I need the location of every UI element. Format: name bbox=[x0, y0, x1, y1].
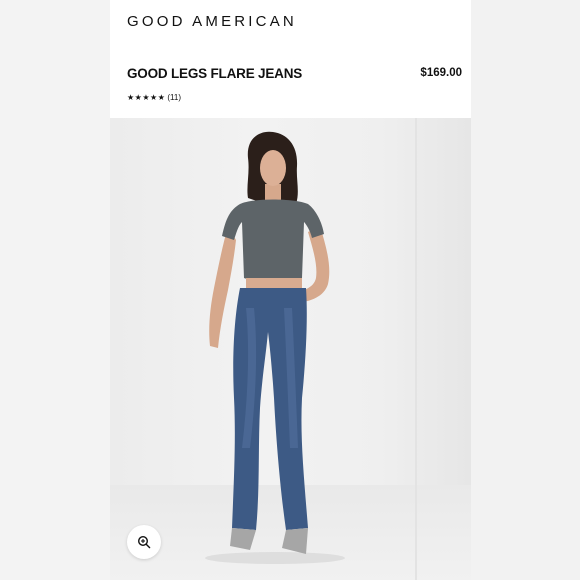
model-illustration bbox=[205, 131, 345, 564]
brand-logo[interactable]: GOOD AMERICAN bbox=[127, 13, 297, 30]
face bbox=[260, 150, 286, 186]
product-card: GOOD AMERICAN GOOD LEGS FLARE JEANS $169… bbox=[110, 0, 471, 580]
left-margin bbox=[0, 0, 110, 580]
neck bbox=[265, 184, 281, 202]
right-boot bbox=[282, 528, 308, 554]
product-price: $169.00 bbox=[420, 67, 462, 79]
zoom-button[interactable] bbox=[127, 525, 161, 559]
left-boot bbox=[230, 528, 256, 550]
left-arm bbox=[209, 226, 236, 348]
rating-stars-icon: ★★★★★ bbox=[127, 93, 166, 102]
right-margin bbox=[471, 0, 580, 580]
zoom-in-icon bbox=[137, 535, 151, 549]
jeans bbox=[232, 288, 308, 530]
product-rating[interactable]: ★★★★★ (11) bbox=[127, 93, 181, 102]
product-image[interactable] bbox=[110, 118, 471, 580]
review-count[interactable]: (11) bbox=[167, 93, 181, 102]
t-shirt bbox=[222, 199, 324, 283]
floor-shadow bbox=[205, 552, 345, 564]
product-title: GOOD LEGS FLARE JEANS bbox=[127, 66, 303, 81]
